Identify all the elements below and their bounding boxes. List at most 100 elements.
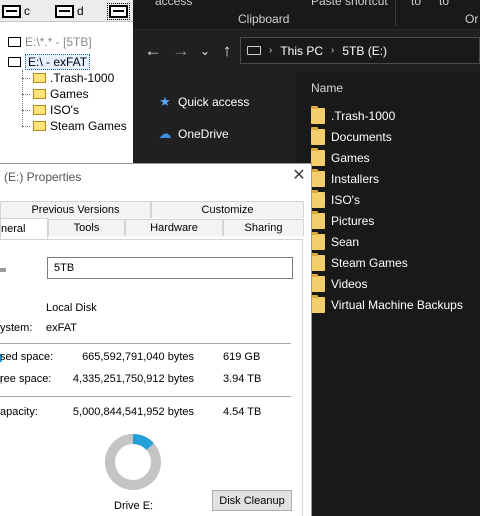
ribbon: access Paste shortcut to to Or Clipboard (133, 0, 480, 30)
file-name: Sean (331, 235, 360, 249)
file-row[interactable]: .Trash-1000 (311, 106, 395, 126)
folder-icon (33, 105, 46, 115)
dialog-title: (E:) Properties (4, 170, 82, 184)
column-header-name[interactable]: Name (311, 81, 343, 95)
folder-icon (311, 127, 325, 145)
drive-letter: d (77, 4, 84, 18)
file-name: Pictures (331, 214, 375, 228)
folder-icon (311, 148, 325, 166)
folder-icon (311, 253, 325, 271)
folder-open-icon (8, 57, 21, 67)
ribbon-item[interactable]: to (411, 0, 421, 8)
drive-letter: c (24, 4, 30, 18)
used-space-label: sed space: (0, 351, 54, 363)
file-row[interactable]: Games (311, 148, 370, 168)
drive-icon (2, 4, 21, 18)
back-button[interactable]: ← (142, 40, 164, 62)
capacity-label: apacity: (0, 406, 38, 418)
file-row[interactable]: ISO's (311, 190, 360, 210)
nav-quick-access[interactable]: ★ Quick access (157, 94, 249, 110)
capacity-size: 4.54 TB (223, 406, 262, 418)
breadcrumb-this-pc[interactable]: This PC (280, 44, 323, 58)
file-name: Steam Games (331, 256, 408, 270)
tab-general[interactable]: neral (0, 218, 48, 239)
file-name: ISO's (331, 193, 360, 207)
tree-item[interactable]: ISO's (33, 102, 79, 118)
file-name: .Trash-1000 (331, 109, 396, 123)
file-row[interactable]: Documents (311, 127, 392, 147)
drive-icon (0, 268, 6, 272)
drive-icon (8, 37, 21, 47)
paste-shortcut-button[interactable]: Paste shortcut (311, 0, 388, 8)
file-system-label: ystem: (0, 322, 33, 334)
file-row[interactable]: Pictures (311, 211, 374, 231)
file-name: Documents (331, 130, 392, 144)
folder-icon (311, 211, 325, 229)
file-name: Virtual Machine Backups (331, 298, 463, 312)
ribbon-item[interactable]: Or (465, 12, 478, 26)
tree-item[interactable]: Games (33, 86, 89, 102)
address-field[interactable]: › This PC › 5TB (E:) (240, 37, 480, 64)
breadcrumb-drive[interactable]: 5TB (E:) (342, 44, 387, 58)
up-button[interactable]: ↑ (216, 40, 238, 62)
file-row[interactable]: Sean (311, 232, 359, 252)
ribbon-item[interactable]: to (439, 0, 449, 8)
folder-icon (33, 121, 46, 131)
drive-icon (55, 4, 74, 18)
star-icon: ★ (159, 94, 171, 109)
close-icon[interactable]: ✕ (290, 167, 308, 185)
address-bar-area: ← → ⌄ ↑ › This PC › 5TB (E:) (133, 30, 480, 72)
folder-icon (311, 274, 325, 292)
tree-item[interactable]: Steam Games (33, 118, 127, 134)
drive-icon (247, 46, 261, 55)
properties-dialog: (E:) Properties ✕ Previous Versions Cust… (0, 163, 312, 516)
file-name: Videos (331, 277, 368, 291)
folder-icon (311, 232, 325, 250)
file-row[interactable]: Videos (311, 274, 367, 294)
capacity-bytes: 5,000,844,541,952 bytes (72, 406, 194, 418)
ribbon-item[interactable]: access (155, 0, 192, 8)
tab-hardware[interactable]: Hardware (125, 219, 223, 236)
drive-button-d[interactable]: d (55, 3, 84, 19)
tab-tools[interactable]: Tools (48, 219, 125, 236)
drive-button-c[interactable]: c (2, 3, 30, 19)
drive-toolbar: c d (0, 0, 133, 22)
file-name: Games (331, 151, 370, 165)
file-name: Installers (331, 172, 380, 186)
folder-icon (311, 106, 325, 124)
type-value: Local Disk (46, 302, 97, 314)
tree-header: E:\*.* - [5TB] (8, 34, 92, 50)
folder-icon (311, 295, 325, 313)
tab-previous-versions[interactable]: Previous Versions (0, 201, 151, 218)
tab-customize[interactable]: Customize (151, 201, 304, 218)
tab-sharing[interactable]: Sharing (223, 219, 304, 236)
ribbon-group-label: Clipboard (238, 12, 290, 26)
drive-button-e[interactable] (107, 2, 131, 20)
file-system-value: exFAT (46, 322, 77, 334)
free-space-size: 3.94 TB (223, 373, 262, 385)
disk-cleanup-button[interactable]: Disk Cleanup (212, 490, 292, 511)
folder-icon (33, 73, 46, 83)
used-space-bytes: 665,592,791,040 bytes (82, 351, 194, 363)
used-space-size: 619 GB (223, 351, 261, 363)
drive-icon (107, 2, 130, 20)
nav-onedrive[interactable]: ☁ OneDrive (157, 126, 229, 142)
tree-item[interactable]: .Trash-1000 (33, 70, 114, 86)
free-space-bytes: 4,335,251,750,912 bytes (72, 373, 194, 385)
folder-icon (311, 169, 325, 187)
folder-icon (33, 89, 46, 99)
drive-caption: Drive E: (114, 500, 154, 512)
tree-window: c d E:\*.* - [5TB] E:\ - exFAT .Trash-10… (0, 0, 133, 163)
free-space-label: ree space: (0, 373, 52, 385)
tree-root[interactable]: E:\ - exFAT (8, 54, 91, 70)
file-row[interactable]: Installers (311, 169, 379, 189)
directory-tree: E:\*.* - [5TB] E:\ - exFAT .Trash-1000 G… (0, 22, 133, 163)
file-row[interactable]: Virtual Machine Backups (311, 295, 463, 315)
recent-locations-button[interactable]: ⌄ (194, 40, 216, 62)
file-list: Name .Trash-1000 Documents Games Installers… (296, 72, 480, 516)
file-row[interactable]: Steam Games (311, 253, 408, 273)
volume-label-input[interactable] (47, 257, 293, 279)
cloud-icon: ☁ (158, 126, 172, 141)
disk-usage-donut (105, 434, 161, 490)
forward-button[interactable]: → (170, 40, 192, 62)
